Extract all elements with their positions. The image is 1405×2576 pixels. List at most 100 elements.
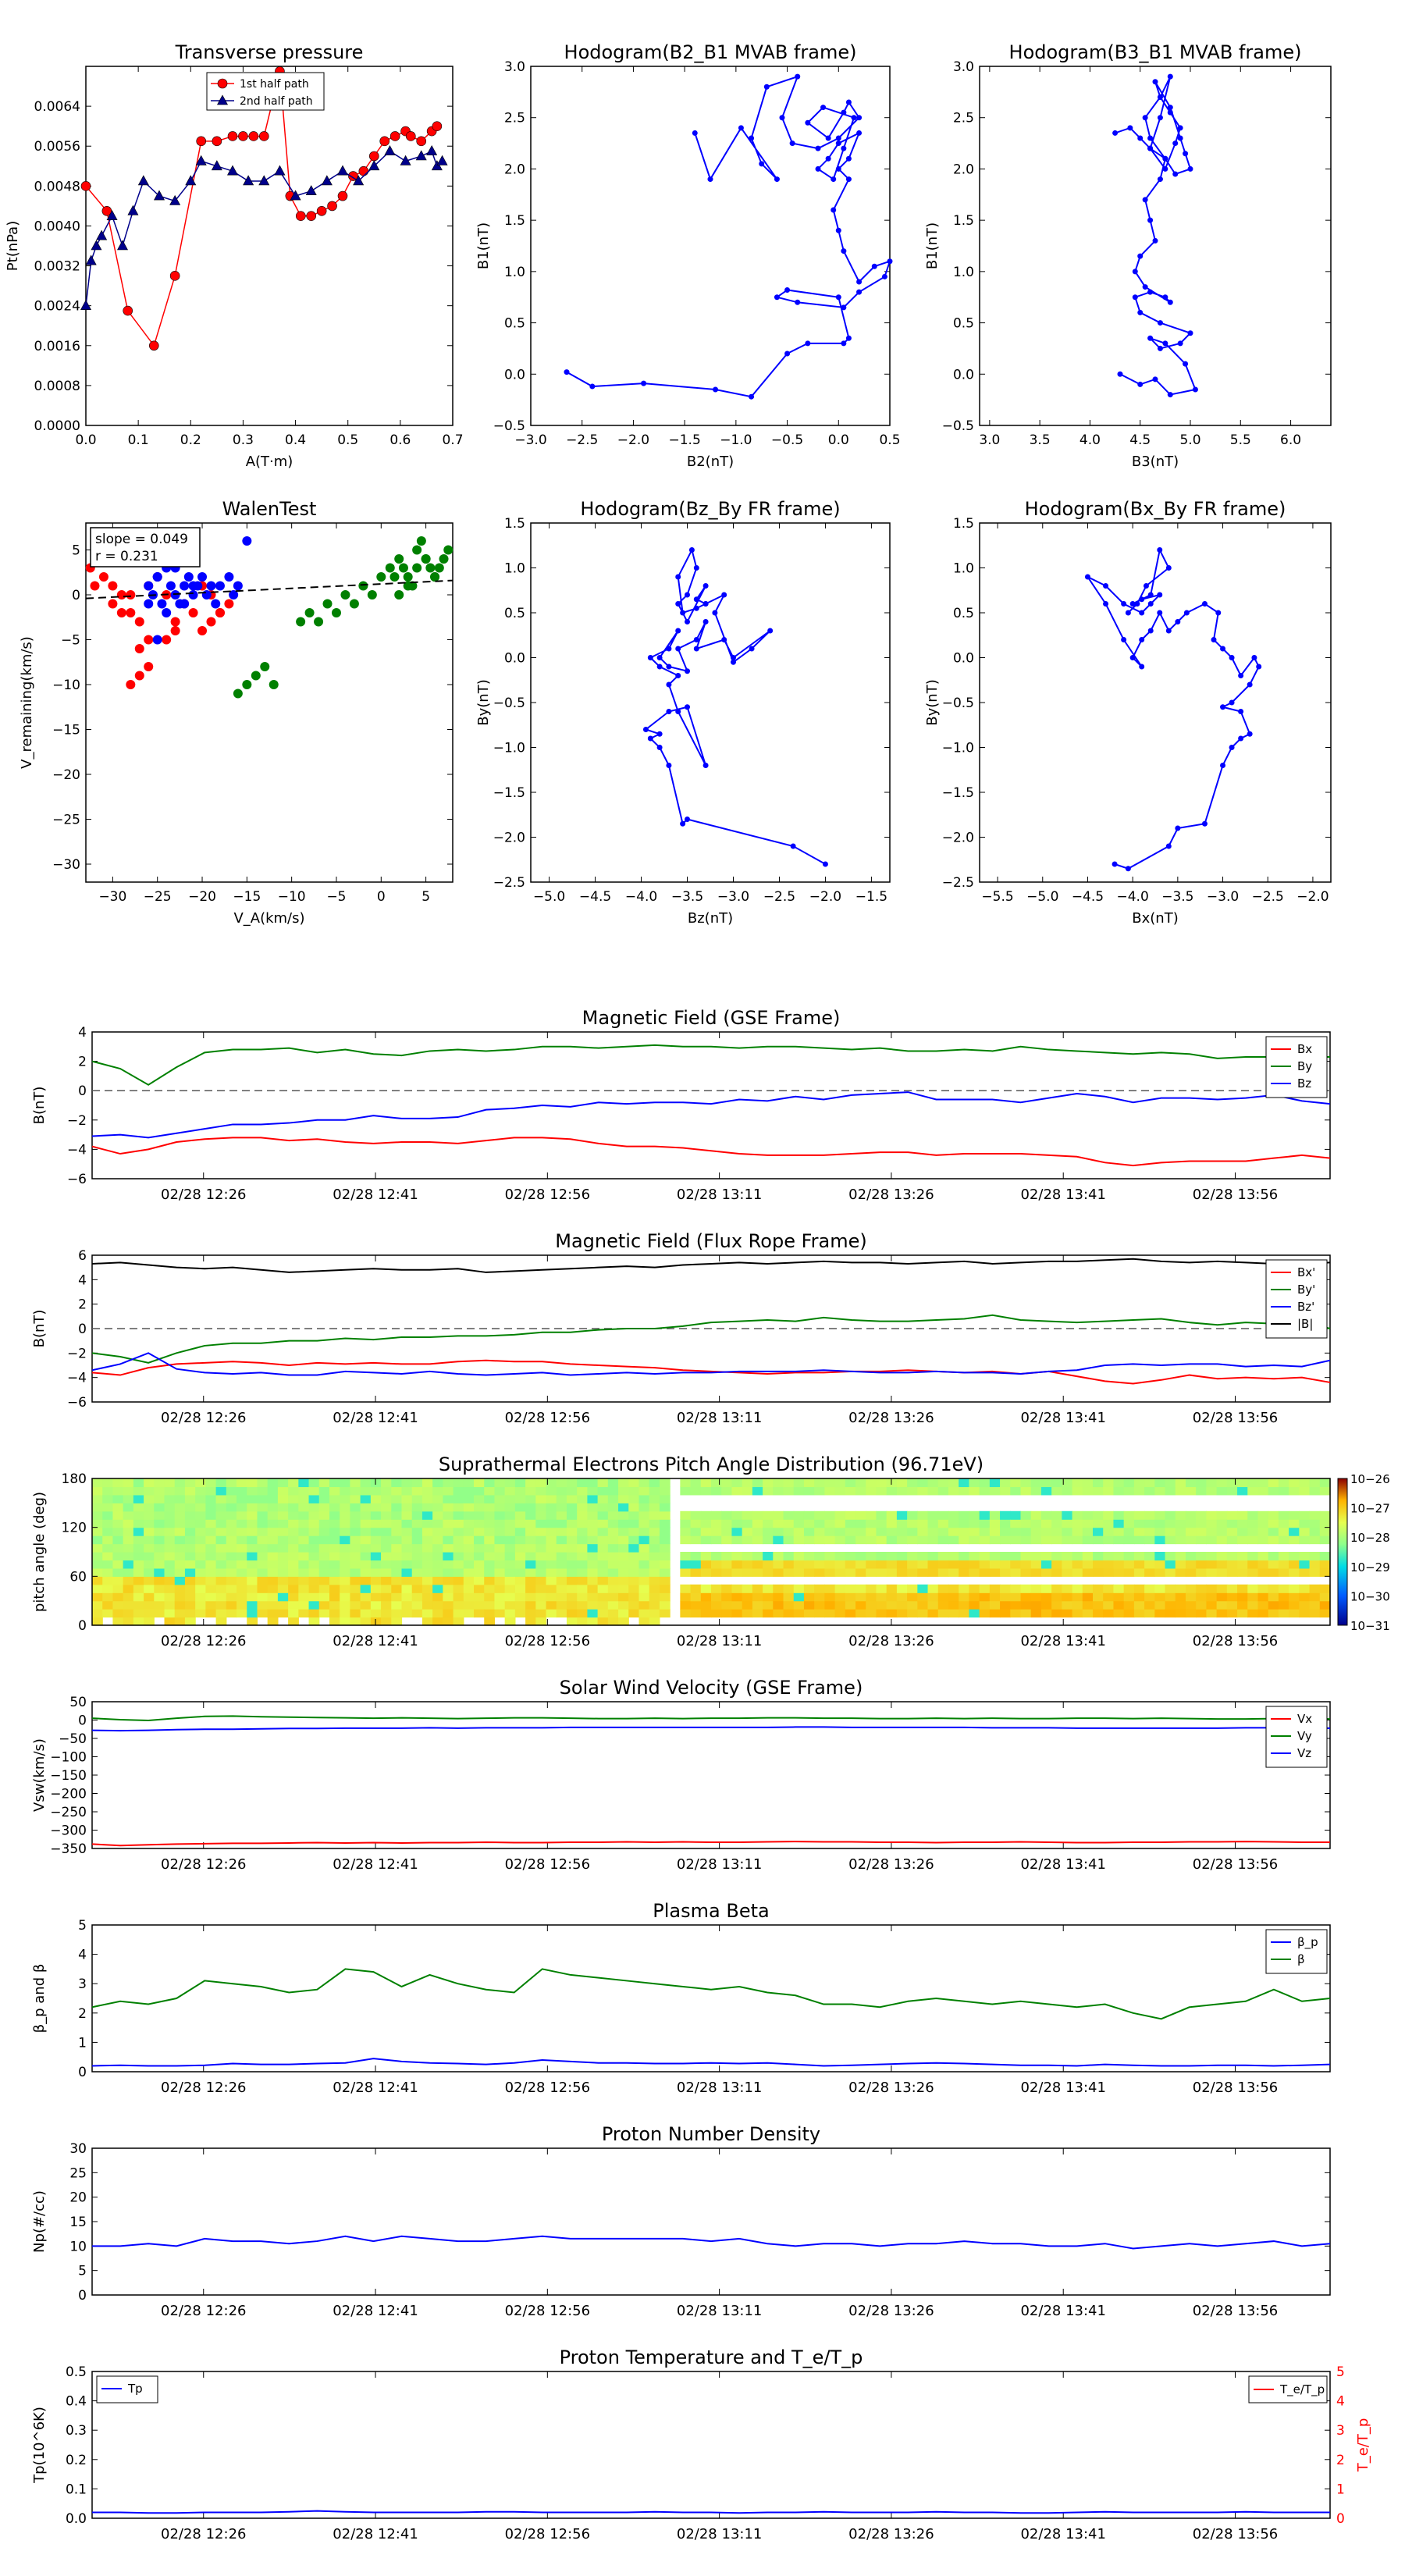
heatmap-cell [102, 1560, 114, 1569]
hodogram-point [647, 655, 653, 660]
heatmap-cell [649, 1592, 660, 1602]
heatmap-cell [381, 1592, 392, 1602]
heatmap-cell [866, 1567, 877, 1577]
heatmap-cell [649, 1567, 660, 1577]
np-chart: Proton Number Density051015202530Np(#/cc… [31, 2123, 1331, 2319]
heatmap-cell [700, 1567, 712, 1577]
hodogram-point [1157, 176, 1163, 183]
heatmap-cell [1123, 1519, 1135, 1528]
hodogram-point [693, 637, 699, 642]
heatmap-cell [1299, 1567, 1311, 1577]
heatmap-cell [824, 1478, 836, 1488]
heatmap-cell [700, 1600, 712, 1610]
heatmap-cell [731, 1478, 743, 1488]
hodogram-point [881, 273, 887, 279]
heatmap-cell [391, 1543, 403, 1553]
heatmap-cell [1103, 1552, 1115, 1561]
heatmap-cell [803, 1600, 815, 1610]
heatmap-cell [226, 1543, 237, 1553]
heatmap-cell [184, 1535, 196, 1545]
heatmap-cell [184, 1494, 196, 1503]
scatter-point [224, 599, 234, 609]
heatmap-cell [463, 1535, 475, 1545]
heatmap-cell [525, 1510, 536, 1520]
heatmap-cell [638, 1519, 650, 1528]
scatter-point [224, 572, 234, 582]
heatmap-cell [267, 1600, 279, 1610]
hodogram-point [685, 668, 691, 674]
heatmap-cell [1010, 1584, 1022, 1593]
heatmap-cell [948, 1552, 959, 1561]
heatmap-cell [92, 1592, 103, 1602]
heatmap-cell [907, 1567, 918, 1577]
heatmap-cell [1237, 1478, 1248, 1488]
heatmap-cell [494, 1527, 506, 1536]
heatmap-cell [112, 1567, 124, 1577]
heatmap-cell [298, 1567, 310, 1577]
heatmap-cell [1247, 1600, 1259, 1610]
heatmap-cell [752, 1567, 763, 1577]
heatmap-cell [1030, 1560, 1042, 1569]
x-tick-label: 5.5 [1230, 432, 1251, 448]
heatmap-cell [340, 1543, 351, 1553]
heatmap-cell [411, 1527, 423, 1536]
heatmap-cell [1082, 1535, 1094, 1545]
heatmap-cell [597, 1600, 609, 1610]
heatmap-cell [577, 1486, 588, 1496]
heatmap-cell [876, 1527, 887, 1536]
heatmap-cell [422, 1592, 433, 1602]
heatmap-cell [628, 1527, 640, 1536]
heatmap-cell [318, 1510, 330, 1520]
heatmap-cell [257, 1503, 269, 1512]
hodogram-point [841, 304, 847, 311]
heatmap-cell [391, 1510, 403, 1520]
heatmap-cell [1062, 1567, 1073, 1577]
x-axis-label: B2(nT) [687, 454, 734, 470]
hodogram-point [856, 115, 863, 121]
heatmap-cell [1072, 1592, 1083, 1602]
heatmap-cell [1040, 1478, 1052, 1488]
heatmap-cell [504, 1600, 516, 1610]
heatmap-cell [288, 1617, 299, 1626]
heatmap-cell [1257, 1510, 1269, 1520]
heatmap-cell [845, 1560, 856, 1569]
heatmap-cell [649, 1576, 660, 1585]
heatmap-cell [566, 1494, 578, 1503]
heatmap-cell [1133, 1535, 1145, 1545]
heatmap-cell [700, 1609, 712, 1618]
hodogram-point [763, 84, 770, 90]
heatmap-cell [1154, 1527, 1166, 1536]
heatmap-cell [1237, 1600, 1248, 1610]
heatmap-cell [267, 1567, 279, 1577]
heatmap-cell [721, 1560, 733, 1569]
heatmap-cell [1216, 1600, 1228, 1610]
heatmap-cell [773, 1609, 784, 1618]
hodogram-point [675, 628, 681, 634]
heatmap-cell [102, 1543, 114, 1553]
heatmap-cell [370, 1535, 382, 1545]
heatmap-cell [700, 1527, 712, 1536]
heatmap-cell [237, 1527, 247, 1536]
heatmap-cell [298, 1527, 310, 1536]
heatmap-cell [1082, 1519, 1094, 1528]
heatmap-cell [937, 1510, 949, 1520]
heatmap-cell [989, 1584, 1001, 1593]
hodogram-point [1137, 135, 1144, 141]
y2-tick-label: 0 [1336, 2511, 1345, 2527]
hodogram-point [1137, 381, 1144, 387]
heatmap-cell [401, 1543, 413, 1553]
hodogram-point [1152, 376, 1158, 382]
heatmap-cell [422, 1486, 433, 1496]
heatmap-cell [164, 1494, 176, 1503]
heatmap-cell [237, 1510, 247, 1520]
heatmap-cell [411, 1592, 423, 1602]
heatmap-cell [793, 1510, 805, 1520]
heatmap-cell [1309, 1609, 1321, 1618]
plot-frame [91, 1701, 1331, 1849]
heatmap-cell [391, 1478, 403, 1488]
series-line-4 [91, 1258, 1331, 1273]
heatmap-cell [370, 1617, 382, 1626]
x-tick-label: −15 [233, 889, 261, 905]
heatmap-cell [1072, 1527, 1083, 1536]
heatmap-cell [597, 1527, 609, 1536]
